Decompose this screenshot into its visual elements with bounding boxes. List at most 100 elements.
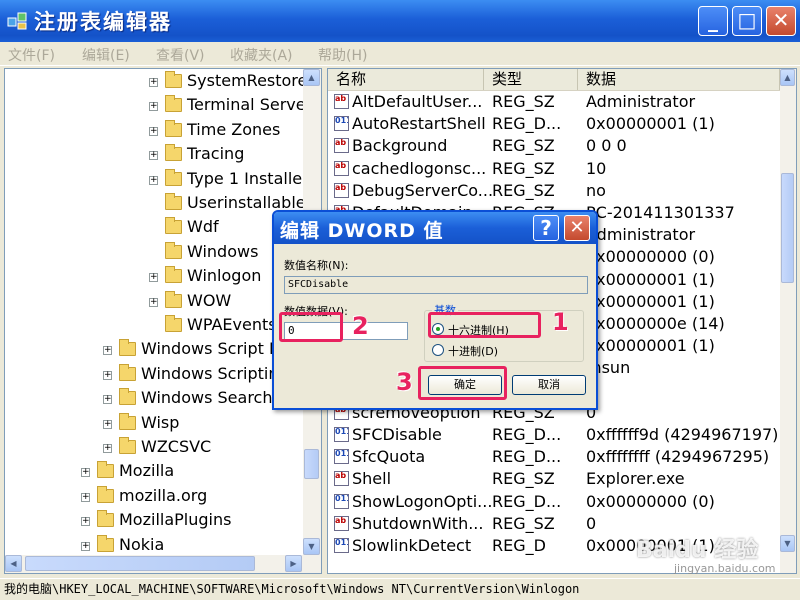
value-data: Administrator [586,92,696,111]
expand-icon[interactable]: + [103,346,112,356]
tree-item[interactable]: + Windows Script Host [5,339,305,363]
value-row[interactable]: ab cachedlogonsc... REG_SZ 10 [328,158,780,180]
value-type: REG_D... [492,447,562,467]
menu-favorites[interactable]: 收藏夹(A) [230,45,293,65]
tree-item[interactable]: + WZCSVC [5,437,303,461]
tree-item[interactable]: Userinstallable.drivers [5,193,321,217]
tree-item[interactable]: + Terminal Server [5,95,312,119]
scroll-left-icon[interactable]: ◀ [5,555,22,572]
string-value-icon: ab [334,94,349,109]
tree-item-label: Nokia [119,534,165,554]
folder-icon [165,266,182,284]
minimize-button[interactable]: _ [698,6,728,36]
folder-icon [119,437,136,454]
expand-icon[interactable]: + [149,151,158,161]
cancel-button[interactable]: 取消 [512,375,586,395]
highlight-value-input [279,312,343,342]
expand-icon[interactable]: + [81,492,90,502]
dialog-close-button[interactable]: ✕ [564,215,590,241]
tree-horizontal-scrollbar[interactable]: ◀ ▶ [5,555,321,573]
tree-hscroll-thumb[interactable] [25,556,255,571]
expand-icon[interactable]: + [149,175,158,185]
value-row[interactable]: ab AltDefaultUser... REG_SZ Administrator [328,91,780,113]
tree-item-label: Winlogon [187,266,262,286]
folder-icon [165,193,182,210]
list-scroll-down-icon[interactable]: ▼ [780,535,795,552]
tree-item[interactable]: + Tracing [5,144,303,168]
value-row[interactable]: ab DebugServerCo... REG_SZ no [328,180,780,202]
column-type-header[interactable]: 类型 [484,69,578,90]
scroll-right-icon[interactable]: ▶ [285,555,302,572]
value-type: REG_D... [492,114,562,134]
expand-icon[interactable]: + [149,297,158,307]
tree-item-label: Tracing [187,144,245,164]
expand-icon[interactable]: + [81,517,90,527]
value-row[interactable]: 011 110AutoRestartShell REG_D... 0x0000000… [328,113,780,135]
tree-item[interactable]: Wdf [5,217,303,241]
value-name-field: SFCDisable [284,276,588,294]
regedit-icon [7,12,27,30]
value-name: SfcQuota [352,447,426,467]
close-button[interactable]: ✕ [766,6,796,36]
expand-icon[interactable]: + [103,419,112,429]
tree-item[interactable]: + WOW [5,290,303,315]
list-vertical-scrollbar[interactable]: ▲ ▼ [780,69,796,573]
tree-item-label: mozilla.org [119,485,208,505]
tree-item[interactable]: + Winlogon [5,266,303,290]
value-row[interactable]: ab Shell REG_SZ Explorer.exe [328,468,780,490]
value-type: REG_D [492,536,546,555]
expand-icon[interactable]: + [103,444,112,453]
expand-icon[interactable]: + [103,370,112,380]
watermark-url: jingyan.baidu.com [674,562,776,575]
tree-item[interactable]: Windows [5,241,303,266]
tree-item[interactable]: + Windows Search [5,388,303,412]
folder-icon [97,534,114,552]
maximize-button[interactable]: □ [732,6,762,36]
help-button[interactable]: ? [533,215,559,241]
menu-help[interactable]: 帮助(H) [318,45,367,65]
list-scroll-up-icon[interactable]: ▲ [780,69,795,86]
expand-icon[interactable]: + [81,541,90,551]
tree-item[interactable]: + mozilla.org [5,485,303,510]
value-row[interactable]: 011 110SfcQuota REG_D... 0xffffffff (42949… [328,446,780,468]
tree-item[interactable]: + SystemRestore [5,71,307,95]
highlight-ok-button [418,366,507,400]
value-data: 0x00000001 (1) [586,336,715,356]
tree-scroll-thumb[interactable] [304,449,319,479]
radio-decimal[interactable] [432,344,444,356]
tree-item-label: Wisp [141,412,180,432]
scroll-down-icon[interactable]: ▼ [303,538,320,555]
menu-view[interactable]: 查看(V) [156,45,205,65]
column-name-header[interactable]: 名称 [328,69,484,90]
expand-icon[interactable]: + [81,468,90,478]
value-data: 0xffffff9d (4294967197) [586,425,779,444]
column-data-header[interactable]: 数据 [578,69,780,90]
expand-icon[interactable]: + [103,395,112,405]
tree-item[interactable]: + Mozilla [5,461,303,485]
tree-item[interactable]: + Wisp [5,412,303,437]
tree-item[interactable]: + MozillaPlugins [5,510,303,534]
radio-decimal-label[interactable]: 十进制(D) [448,343,498,359]
tree-item-label: WPAEvents [187,315,277,334]
expand-icon[interactable]: + [149,126,158,136]
menu-file[interactable]: 文件(F) [8,45,55,65]
value-data: 0 0 0 [586,136,627,156]
menu-edit[interactable]: 编辑(E) [82,45,130,65]
binary-value-icon: 011 110 [334,449,349,465]
value-row[interactable]: ab Background REG_SZ 0 0 0 [328,135,780,157]
tree-item-label: WZCSVC [141,437,212,456]
expand-icon[interactable]: + [149,102,158,112]
tree-item[interactable]: + Windows Scripting Host [5,363,321,388]
binary-value-icon: 011 110 [334,116,349,132]
folder-icon [97,510,114,528]
tree-item[interactable]: + Time Zones [5,119,303,144]
list-scroll-thumb[interactable] [781,173,794,283]
tree-item[interactable]: + Type 1 Installer [5,168,309,193]
expand-icon[interactable]: + [149,78,158,87]
value-row[interactable]: 011 110ShowLogonOpti...REG_D... 0x0000000… [328,491,780,513]
tree-item[interactable]: WPAEvents [5,315,303,339]
value-name: Shell [352,469,392,489]
value-row[interactable]: 011 110SFCDisable REG_D... 0xffffff9d (429… [328,424,780,446]
expand-icon[interactable]: + [149,273,158,283]
scroll-up-icon[interactable]: ▲ [303,69,320,86]
